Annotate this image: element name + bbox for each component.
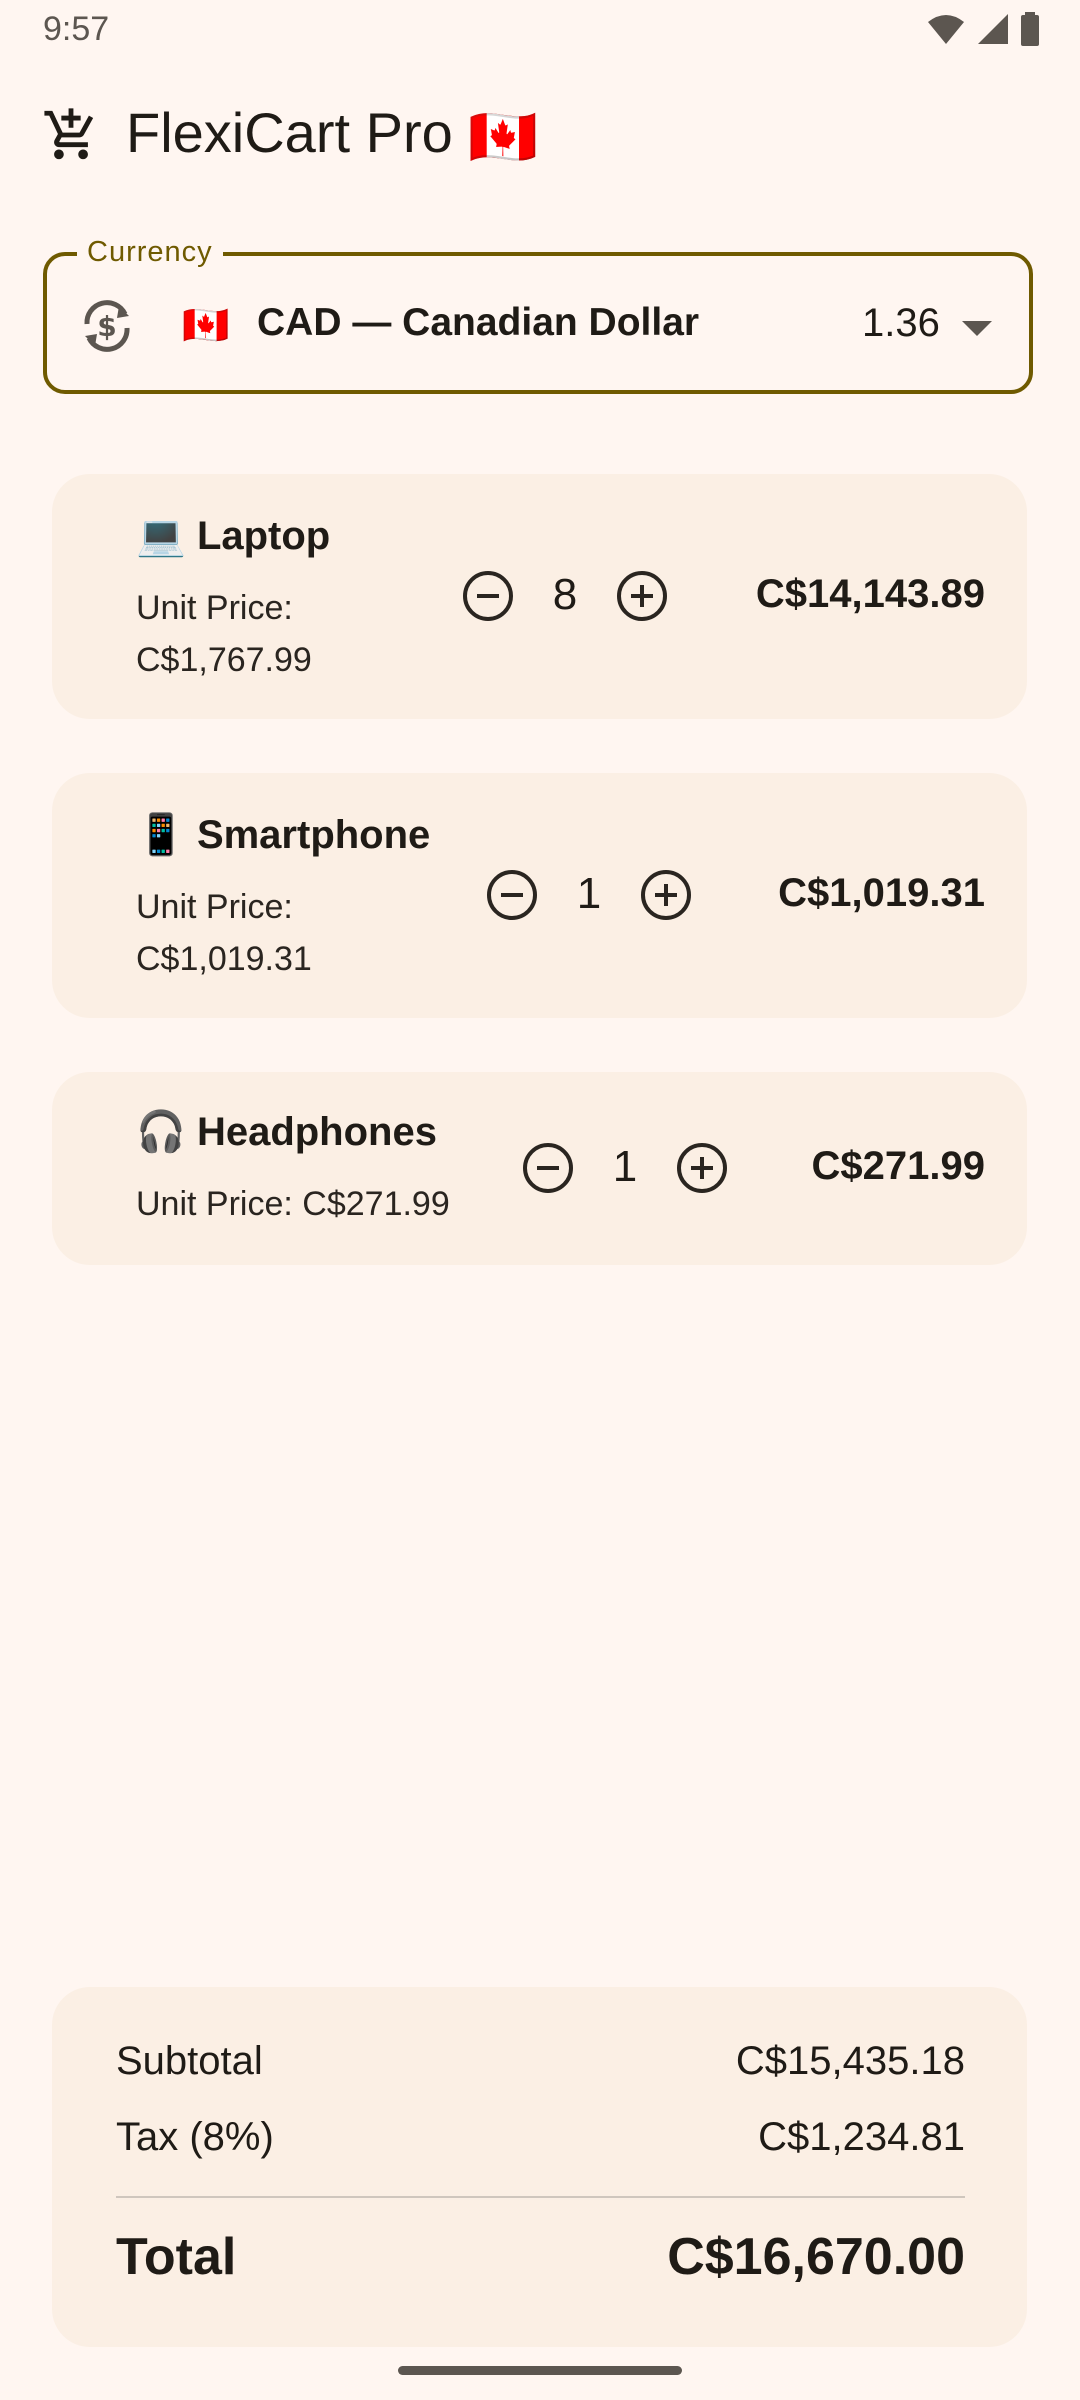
quantity-stepper: 1 (484, 867, 694, 927)
unit-price-label: Unit Price: (136, 888, 293, 926)
status-bar: 9:57 (0, 0, 1080, 60)
subtotal-value: C$15,435.18 (735, 2039, 965, 2083)
item-title: 💻 Laptop (136, 512, 330, 559)
subtotal-label: Subtotal (116, 2039, 263, 2083)
increase-quantity-button[interactable] (674, 1140, 730, 1196)
increase-quantity-button[interactable] (614, 568, 670, 624)
laptop-icon: 💻 (136, 514, 186, 558)
decrease-quantity-button[interactable] (484, 867, 540, 923)
app-bar: FlexiCart Pro 🇨🇦 (0, 90, 1080, 180)
tax-value: C$1,234.81 (758, 2115, 965, 2159)
item-name: Laptop (196, 514, 331, 558)
item-line-total: C$271.99 (811, 1144, 985, 1188)
exchange-rate: 1.36 (862, 301, 940, 345)
total-value: C$16,670.00 (667, 2228, 965, 2286)
item-title: 🎧 Headphones (136, 1108, 437, 1155)
quantity-value: 1 (576, 869, 602, 918)
home-indicator[interactable] (398, 2366, 682, 2375)
item-unit-price: Unit Price: C$1,019.31 (136, 881, 312, 985)
cart-item-smartphone: 📱 Smartphone Unit Price: C$1,019.31 1 C$… (52, 773, 1027, 1018)
unit-price-label: Unit Price: (136, 1185, 293, 1223)
item-unit-price: Unit Price: C$1,767.99 (136, 582, 312, 686)
currency-field-label: Currency (77, 236, 223, 269)
item-line-total: C$1,019.31 (778, 871, 985, 915)
decrease-quantity-button[interactable] (460, 568, 516, 624)
order-summary: Subtotal C$15,435.18 Tax (8%) C$1,234.81… (52, 1987, 1027, 2347)
quantity-stepper: 1 (520, 1140, 730, 1200)
currency-exchange-icon: $ (84, 300, 130, 352)
increase-quantity-button[interactable] (638, 867, 694, 923)
quantity-stepper: 8 (460, 568, 670, 628)
item-line-total: C$14,143.89 (755, 572, 985, 616)
item-name: Headphones (196, 1110, 437, 1154)
item-unit-price: Unit Price: C$271.99 (136, 1178, 450, 1230)
tax-label: Tax (8%) (116, 2115, 274, 2159)
wifi-icon (928, 15, 964, 44)
unit-price-label: Unit Price: (136, 589, 293, 627)
summary-divider (116, 2196, 965, 2198)
item-name: Smartphone (196, 813, 431, 857)
item-title: 📱 Smartphone (136, 811, 430, 858)
dropdown-arrow-icon[interactable] (962, 321, 992, 336)
status-icons (926, 12, 1040, 46)
add-shopping-cart-icon (44, 108, 94, 160)
status-time: 9:57 (43, 10, 110, 48)
unit-price-value: C$1,019.31 (136, 940, 312, 978)
canada-flag-icon: 🇨🇦 (468, 105, 539, 169)
currency-dropdown[interactable]: Currency $ 🇨🇦 CAD — Canadian Dollar 1.36 (43, 236, 1033, 394)
svg-text:$: $ (97, 310, 116, 343)
smartphone-icon: 📱 (136, 813, 186, 857)
unit-price-value: C$271.99 (302, 1185, 450, 1223)
quantity-value: 8 (552, 570, 578, 619)
total-label: Total (116, 2228, 237, 2286)
currency-name: CAD — Canadian Dollar (257, 301, 700, 344)
headphones-icon: 🎧 (136, 1110, 186, 1154)
decrease-quantity-button[interactable] (520, 1140, 576, 1196)
quantity-value: 1 (612, 1142, 638, 1191)
battery-icon (1021, 12, 1039, 46)
unit-price-value: C$1,767.99 (136, 641, 312, 679)
signal-icon (978, 14, 1008, 44)
cart-item-laptop: 💻 Laptop Unit Price: C$1,767.99 8 C$14,1… (52, 474, 1027, 719)
app-title: FlexiCart Pro 🇨🇦 (126, 100, 538, 170)
currency-flag-icon: 🇨🇦 (182, 305, 230, 347)
cart-item-headphones: 🎧 Headphones Unit Price: C$271.99 1 C$27… (52, 1072, 1027, 1265)
app-title-text: FlexiCart Pro (126, 101, 453, 164)
